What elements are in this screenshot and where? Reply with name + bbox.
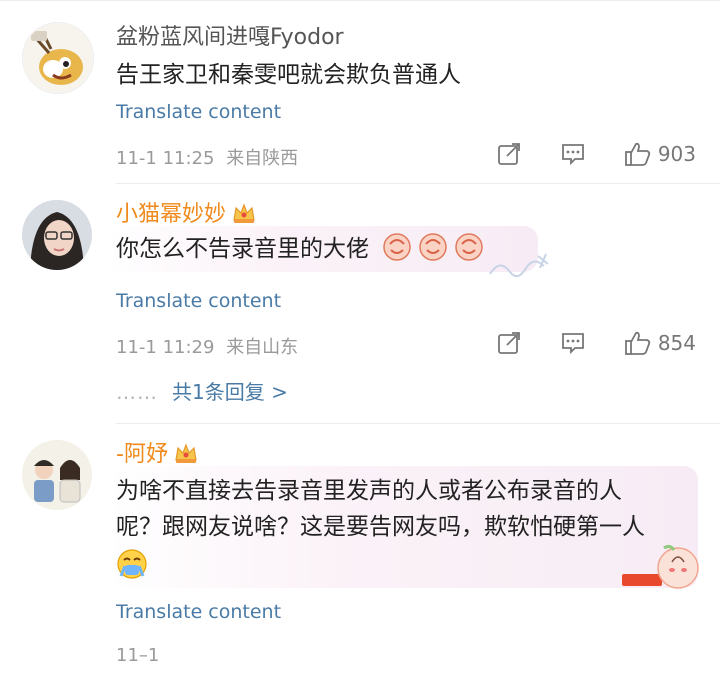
translate-link[interactable]: Translate content [116,101,281,123]
comment-meta: 11-1 11:25 来自陕西 [116,144,298,170]
comment-button[interactable] [560,141,586,167]
comment-icon [560,330,586,356]
comment-divider [116,183,720,184]
avatar[interactable] [22,440,92,510]
replies-dots: …… [116,380,158,404]
like-button[interactable]: 854 [624,330,696,356]
comment-meta: 11–1 [116,645,159,666]
comment-text: 你怎么不告录音里的大佬 [116,232,484,272]
forward-button[interactable] [496,330,522,356]
comment-icon [560,141,586,167]
comment-time: 11–1 [116,645,160,666]
like-count: 854 [657,331,696,355]
comment-text-body: 你怎么不告录音里的大佬 [116,236,369,262]
forward-icon [496,330,522,356]
emoji-icon [418,232,448,272]
like-icon [624,141,652,167]
forward-button[interactable] [496,141,522,167]
comment-text-line: 为啥不直接去告录音里发声的人或者公布录音的人 [116,478,622,504]
avatar[interactable] [22,22,94,94]
bubble-decoration [620,540,706,596]
replies-label: 共1条回复 > [172,380,288,404]
comment-button[interactable] [560,330,586,356]
comment-text: 告王家卫和秦雯吧就会欺负普通人 [116,62,461,88]
username[interactable]: 盆粉蓝风间进嘎Fyodor [116,25,344,51]
emoji-icon [116,548,148,584]
emoji-icon [454,232,484,272]
translate-link[interactable]: Translate content [116,601,281,623]
top-divider [0,0,720,1]
like-icon [624,330,652,356]
view-replies-link[interactable]: …… 共1条回复 > [116,376,288,405]
bubble-decoration [486,250,556,288]
translate-link[interactable]: Translate content [116,290,281,312]
comment-actions: 903 [458,140,696,168]
username-text: 小猫幂妙妙 [116,202,227,227]
comment-location: 来自山东 [226,337,299,358]
like-button[interactable]: 903 [624,141,696,167]
comment-divider [116,423,720,424]
comment-time: 11-1 11:29 [116,337,215,358]
comment-actions: 854 [458,329,696,357]
comment-text-line: 呢？跟网友说啥？这是要告网友吗，欺软怕硬第一人 [116,514,645,540]
comment-location: 来自陕西 [226,148,299,169]
forward-icon [496,141,522,167]
like-count: 903 [657,142,696,166]
emoji-icon [382,232,412,272]
comment-meta: 11-1 11:29 来自山东 [116,333,298,359]
username-text: -阿妤 [116,442,168,467]
avatar[interactable] [22,200,92,270]
comment-time: 11-1 11:25 [116,148,215,169]
